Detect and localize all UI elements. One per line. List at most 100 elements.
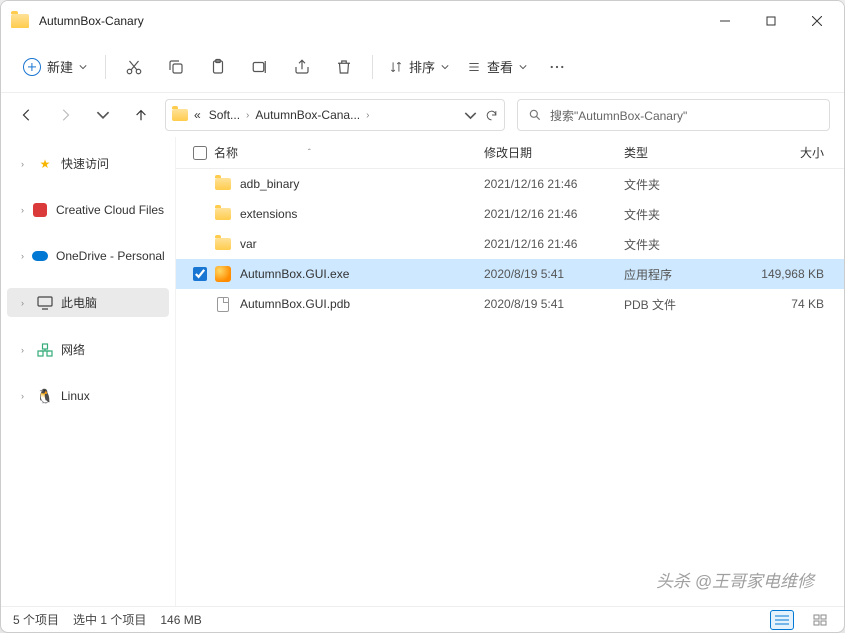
- file-size: 74 KB: [744, 297, 834, 311]
- delete-button[interactable]: [324, 49, 364, 85]
- view-button[interactable]: 查看: [459, 51, 535, 82]
- file-date: 2021/12/16 21:46: [484, 207, 624, 221]
- sidebar-item-0[interactable]: › ★ 快速访问: [7, 149, 169, 178]
- status-size: 146 MB: [160, 613, 201, 627]
- file-type: 应用程序: [624, 266, 744, 283]
- file-name: AutumnBox.GUI.exe: [240, 267, 349, 281]
- file-name: AutumnBox.GUI.pdb: [240, 297, 350, 311]
- file-date: 2021/12/16 21:46: [484, 177, 624, 191]
- network-icon: [37, 342, 53, 358]
- share-button[interactable]: [282, 49, 322, 85]
- file-name: adb_binary: [240, 177, 299, 191]
- details-view-button[interactable]: [770, 610, 794, 630]
- search-placeholder: 搜索"AutumnBox-Canary": [550, 107, 687, 124]
- file-date: 2021/12/16 21:46: [484, 237, 624, 251]
- sidebar-item-label: 网络: [61, 341, 85, 358]
- status-count: 5 个项目: [13, 611, 59, 628]
- file-type: 文件夹: [624, 176, 744, 193]
- up-button[interactable]: [129, 103, 153, 127]
- folder-icon: [11, 14, 29, 28]
- doc-icon: [214, 296, 232, 312]
- separator: [372, 55, 373, 79]
- table-row[interactable]: var2021/12/16 21:46文件夹: [176, 229, 844, 259]
- chevron-right-icon: ›: [21, 298, 29, 308]
- new-label: 新建: [47, 57, 73, 76]
- recent-button[interactable]: [91, 103, 115, 127]
- chevron-down-icon: [519, 63, 527, 71]
- refresh-icon[interactable]: [485, 109, 498, 122]
- chevron-right-icon: ›: [21, 391, 29, 401]
- forward-button[interactable]: [53, 103, 77, 127]
- sort-icon: [389, 60, 403, 74]
- col-type[interactable]: 类型: [624, 144, 744, 161]
- col-name[interactable]: 名称ˆ: [214, 144, 484, 161]
- chevron-right-icon: ›: [246, 110, 249, 121]
- sidebar-item-label: OneDrive - Personal: [56, 249, 165, 263]
- file-date: 2020/8/19 5:41: [484, 297, 624, 311]
- sort-asc-icon: ˆ: [308, 148, 311, 157]
- chevron-right-icon: ›: [21, 205, 24, 215]
- chevron-right-icon: ›: [366, 110, 369, 121]
- back-button[interactable]: [15, 103, 39, 127]
- sidebar: › ★ 快速访问 › Creative Cloud Files › OneDrive - P…: [1, 137, 176, 606]
- chevron-right-icon: ›: [21, 251, 24, 261]
- column-headers: 名称ˆ 修改日期 类型 大小: [176, 137, 844, 169]
- sidebar-item-1[interactable]: › Creative Cloud Files: [7, 196, 169, 224]
- chevron-right-icon: ›: [21, 345, 29, 355]
- star-icon: ★: [37, 156, 53, 172]
- linux-icon: 🐧: [37, 388, 53, 404]
- sidebar-item-label: Creative Cloud Files: [56, 203, 164, 217]
- sidebar-item-label: 快速访问: [61, 155, 109, 172]
- rename-button[interactable]: [240, 49, 280, 85]
- file-type: PDB 文件: [624, 296, 744, 313]
- status-bar: 5 个项目 选中 1 个项目 146 MB: [1, 606, 844, 632]
- view-icon: [467, 60, 481, 74]
- new-button[interactable]: 新建: [13, 51, 97, 82]
- titlebar: AutumnBox-Canary: [1, 1, 844, 41]
- table-row[interactable]: AutumnBox.GUI.pdb 2020/8/19 5:41PDB 文件74 …: [176, 289, 844, 319]
- more-button[interactable]: [537, 49, 577, 85]
- search-icon: [528, 108, 542, 122]
- status-selected: 选中 1 个项目: [73, 611, 146, 628]
- chevron-down-icon[interactable]: [464, 109, 477, 122]
- explorer-window: AutumnBox-Canary 新建 排序 查看: [0, 0, 845, 633]
- sidebar-item-label: 此电脑: [61, 294, 97, 311]
- folder-icon: [214, 176, 232, 192]
- address-bar[interactable]: « Soft... › AutumnBox-Cana... ›: [165, 99, 505, 131]
- file-type: 文件夹: [624, 206, 744, 223]
- breadcrumb[interactable]: AutumnBox-Cana...: [253, 108, 362, 122]
- tiles-view-button[interactable]: [808, 610, 832, 630]
- row-checkbox[interactable]: [193, 267, 207, 281]
- table-row[interactable]: adb_binary 2021/12/16 21:46文件夹: [176, 169, 844, 199]
- close-button[interactable]: [794, 5, 840, 37]
- col-date[interactable]: 修改日期: [484, 144, 624, 161]
- exe-icon: [214, 266, 232, 282]
- maximize-button[interactable]: [748, 5, 794, 37]
- cut-button[interactable]: [114, 49, 154, 85]
- select-all-checkbox[interactable]: [193, 146, 207, 160]
- col-size[interactable]: 大小: [744, 144, 834, 161]
- minimize-button[interactable]: [702, 5, 748, 37]
- chevron-right-icon: ›: [21, 159, 29, 169]
- chevron-down-icon: [441, 63, 449, 71]
- breadcrumb-pre: «: [192, 108, 203, 122]
- sort-button[interactable]: 排序: [381, 51, 457, 82]
- folder-icon: [214, 236, 232, 252]
- table-row[interactable]: AutumnBox.GUI.exe2020/8/19 5:41应用程序149,9…: [176, 259, 844, 289]
- file-size: 149,968 KB: [744, 267, 834, 281]
- sidebar-item-2[interactable]: › OneDrive - Personal: [7, 242, 169, 270]
- onedrive-icon: [32, 248, 48, 264]
- view-label: 查看: [487, 57, 513, 76]
- breadcrumb[interactable]: Soft...: [207, 108, 242, 122]
- table-row[interactable]: extensions2021/12/16 21:46文件夹: [176, 199, 844, 229]
- sidebar-item-5[interactable]: ›🐧Linux: [7, 382, 169, 410]
- sidebar-item-3[interactable]: › 此电脑: [7, 288, 169, 317]
- file-name: var: [240, 237, 257, 251]
- cc-icon: [32, 202, 48, 218]
- paste-button[interactable]: [198, 49, 238, 85]
- copy-button[interactable]: [156, 49, 196, 85]
- file-list: adb_binary2021/12/16 21:46文件夹extensions2…: [176, 169, 844, 606]
- sidebar-item-4[interactable]: › 网络: [7, 335, 169, 364]
- toolbar: 新建 排序 查看: [1, 41, 844, 93]
- search-input[interactable]: 搜索"AutumnBox-Canary": [517, 99, 830, 131]
